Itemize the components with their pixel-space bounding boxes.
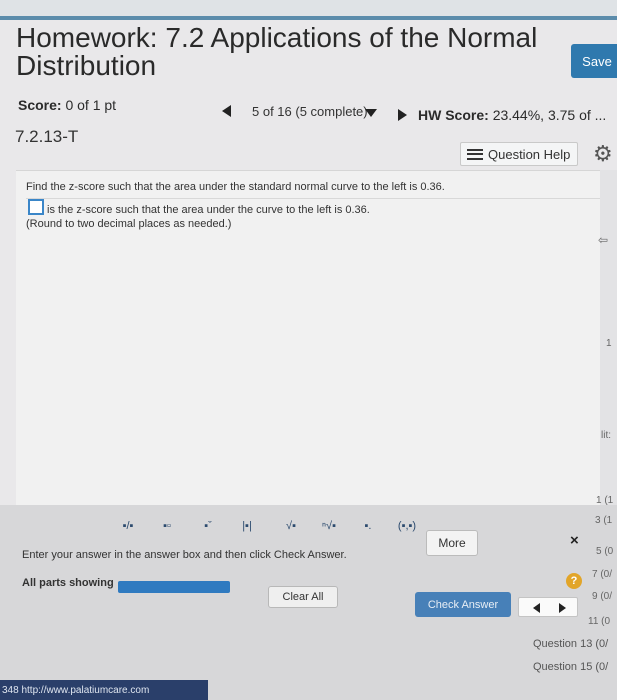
progress-bar xyxy=(118,581,230,593)
score-display: Score: 0 of 1 pt xyxy=(18,97,116,113)
previous-question-icon[interactable] xyxy=(222,105,231,117)
status-bar-url: 348 http://www.palatiumcare.com xyxy=(0,680,208,700)
square-root-button[interactable]: √▪ xyxy=(276,515,306,537)
gear-icon[interactable]: ⚙ xyxy=(593,143,613,165)
interval-button[interactable]: (▪,▪) xyxy=(388,515,426,537)
answer-prompt: is the z-score such that the area under … xyxy=(47,204,370,216)
nth-root-button[interactable]: ⁿ√▪ xyxy=(312,515,346,537)
side-fragment: 5 (0 xyxy=(596,546,614,557)
hw-score: HW Score: 23.44%, 3.75 of ... xyxy=(418,107,606,123)
browser-top-bar xyxy=(0,0,617,20)
side-fragment: 3 (1 xyxy=(595,515,613,526)
question-help-button[interactable]: Question Help xyxy=(460,142,578,166)
side-fragment: 7 (0/ xyxy=(592,569,613,580)
next-arrow-icon[interactable] xyxy=(559,603,566,613)
next-question-icon[interactable] xyxy=(398,109,407,121)
side-fragment: 9 (0/ xyxy=(592,591,613,602)
clear-all-button[interactable]: Clear All xyxy=(268,586,338,608)
fraction-button[interactable]: ▪/▪ xyxy=(111,515,145,537)
parts-showing-label: All parts showing xyxy=(22,577,114,589)
question-position[interactable]: 5 of 16 (5 complete) xyxy=(252,104,368,119)
rounding-note: (Round to two decimal places as needed.) xyxy=(26,218,232,230)
score-label: Score: xyxy=(18,97,62,113)
expand-arrow-icon[interactable]: ⇦ xyxy=(598,233,608,247)
side-fragment: 1 xyxy=(606,338,612,349)
help-icon[interactable]: ? xyxy=(566,573,582,589)
check-answer-button[interactable]: Check Answer xyxy=(415,592,511,617)
progress-bar-fill xyxy=(118,581,230,593)
side-fragment: 1 (1 xyxy=(596,495,614,506)
mixed-number-button[interactable]: ▪▫ xyxy=(150,515,184,537)
page-title: Homework: 7.2 Applications of the Normal… xyxy=(16,22,538,81)
side-fragment: lit: xyxy=(601,430,611,441)
answer-input[interactable] xyxy=(28,199,44,215)
absolute-value-button[interactable]: |▪| xyxy=(232,515,262,537)
question-text: Find the z-score such that the area unde… xyxy=(26,181,445,193)
question-id: 7.2.13-T xyxy=(15,127,79,146)
side-fragment: 11 (0 xyxy=(588,616,611,627)
list-icon xyxy=(467,148,483,160)
score-value: 0 of 1 pt xyxy=(65,97,117,113)
question-link[interactable]: Question 15 (0/ xyxy=(533,661,608,673)
divider xyxy=(26,198,616,199)
previous-arrow-icon[interactable] xyxy=(533,603,540,613)
hw-score-value: 23.44%, 3.75 of ... xyxy=(492,107,607,123)
instruction-text: Enter your answer in the answer box and … xyxy=(22,549,347,561)
save-button[interactable]: Save xyxy=(571,44,617,78)
question-list-dropdown-icon[interactable] xyxy=(365,109,377,117)
decimal-button[interactable]: ▪. xyxy=(355,515,381,537)
question-link[interactable]: Question 13 (0/ xyxy=(533,638,608,650)
more-button[interactable]: More xyxy=(426,530,478,556)
hw-score-label: HW Score: xyxy=(418,107,489,123)
question-help-label: Question Help xyxy=(488,146,571,162)
question-content: Find the z-score such that the area unde… xyxy=(16,170,616,507)
question-nav-arrows xyxy=(518,597,578,617)
close-icon[interactable]: × xyxy=(570,532,579,549)
exponent-button[interactable]: ▪ˇ xyxy=(194,515,222,537)
